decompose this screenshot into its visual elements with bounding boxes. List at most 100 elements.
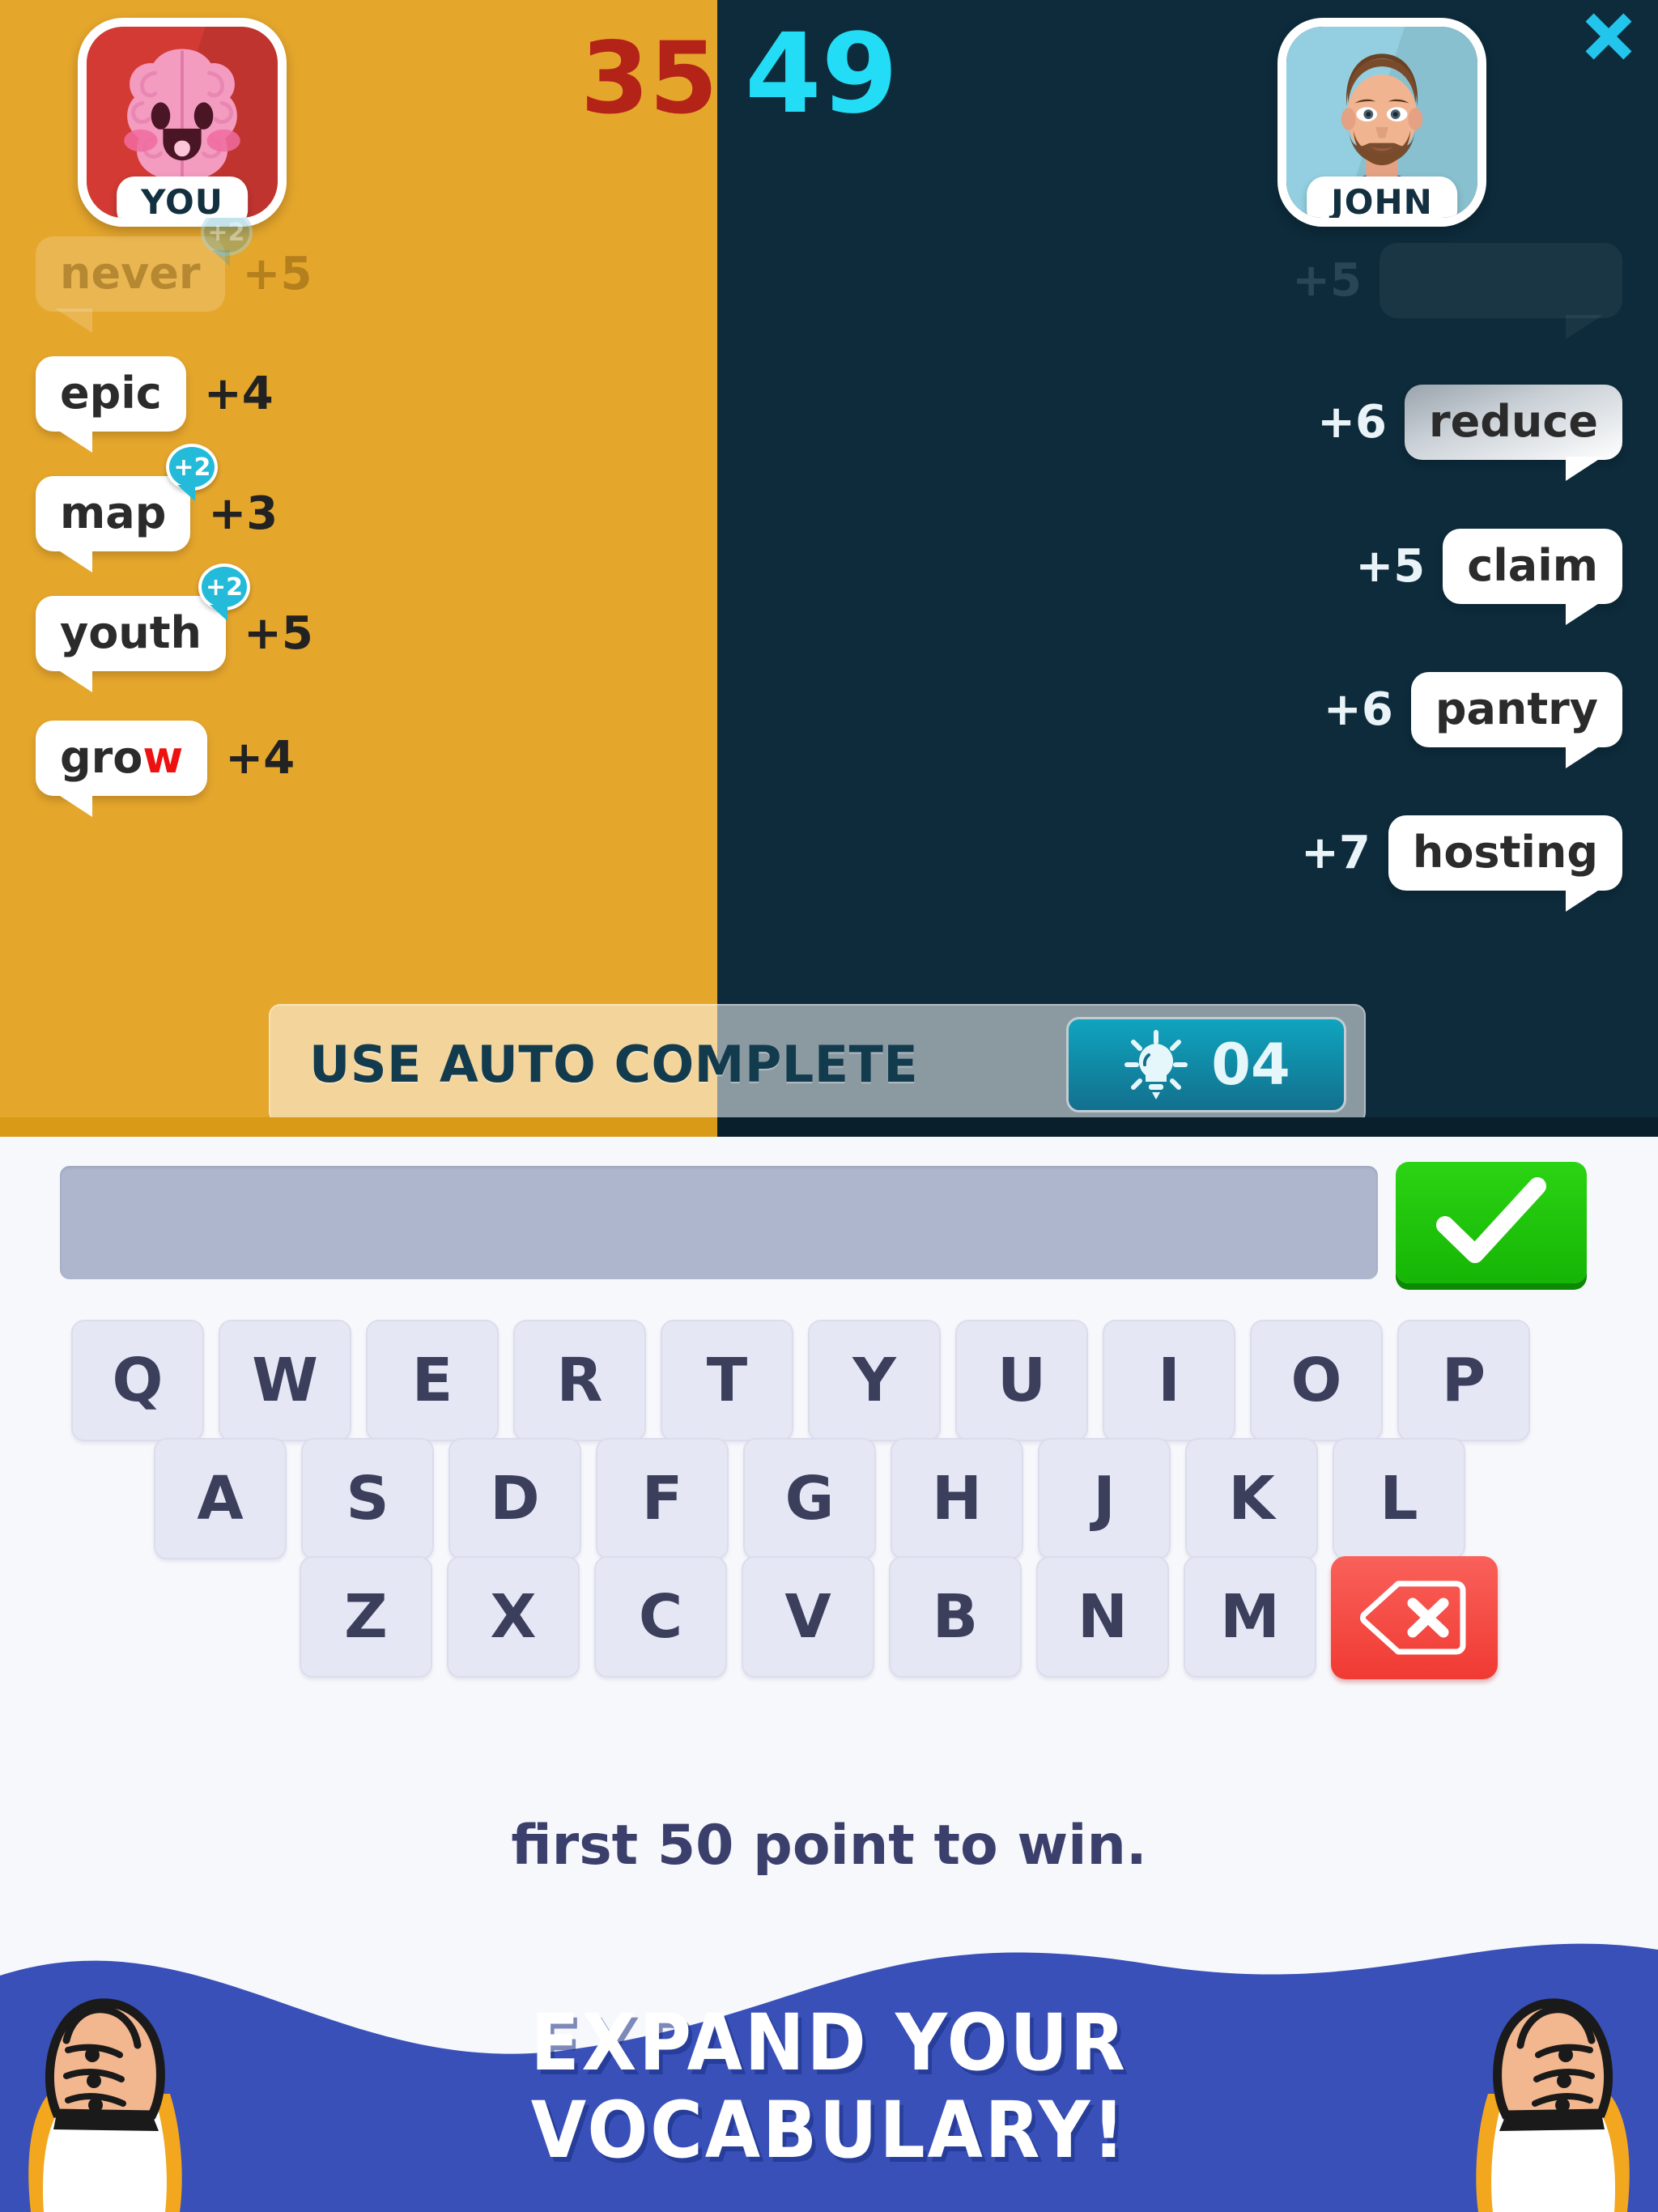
word-highlight-letter: w <box>142 732 184 783</box>
player-word-row: epic +4 <box>36 356 274 453</box>
key-label: E <box>411 1346 453 1415</box>
key-i[interactable]: I <box>1103 1320 1235 1441</box>
backspace-key[interactable] <box>1331 1556 1498 1679</box>
opponent-avatar-card: JOHN <box>1278 18 1486 227</box>
key-t[interactable]: T <box>661 1320 793 1441</box>
opponent-avatar: JOHN <box>1278 18 1486 227</box>
word-bubble: youth +2 <box>36 564 250 692</box>
word-text: reduce <box>1429 396 1598 447</box>
game-board: 35 49 YOU JOHN never +2 +5 epic +4 map +… <box>0 0 1658 1137</box>
bonus-value: +2 <box>205 572 243 602</box>
backspace-x-icon <box>1360 1580 1466 1655</box>
ad-banner[interactable]: EXPAND YOUR VOCABULARY! <box>0 1943 1658 2212</box>
bonus-badge: +2 <box>198 564 250 621</box>
key-z[interactable]: Z <box>300 1556 432 1678</box>
word-bubble: never +2 <box>36 209 253 333</box>
hint-count-badge[interactable]: 04 <box>1066 1017 1346 1112</box>
opponent-nameplate: JOHN <box>1307 177 1457 218</box>
key-w[interactable]: W <box>219 1320 351 1441</box>
opponent-word-row: +6 reduce <box>1317 385 1622 481</box>
opponent-word-row: +5 claim <box>1355 529 1622 625</box>
key-label: C <box>638 1582 683 1652</box>
key-p[interactable]: P <box>1397 1320 1530 1441</box>
word-text: never <box>60 248 201 299</box>
player-avatar-card: YOU <box>78 18 287 227</box>
word-text: hosting <box>1412 827 1598 878</box>
key-o[interactable]: O <box>1250 1320 1383 1441</box>
close-x-icon[interactable] <box>1577 5 1640 68</box>
banner-line-1: EXPAND YOUR <box>530 1997 1128 2088</box>
key-label: D <box>490 1464 540 1534</box>
key-d[interactable]: D <box>449 1438 581 1559</box>
key-label: R <box>556 1346 603 1415</box>
key-label: A <box>197 1464 244 1534</box>
key-m[interactable]: M <box>1184 1556 1316 1678</box>
key-label: W <box>252 1346 318 1415</box>
key-label: B <box>932 1582 979 1652</box>
player-avatar: YOU <box>78 18 287 227</box>
submit-button[interactable] <box>1396 1162 1587 1283</box>
keyboard-row-3: Z X C V B N M <box>300 1556 1498 1679</box>
key-g[interactable]: G <box>743 1438 876 1559</box>
answer-row <box>60 1162 1598 1283</box>
banner-text: EXPAND YOUR VOCABULARY! <box>0 1997 1658 2176</box>
key-k[interactable]: K <box>1185 1438 1318 1559</box>
keyboard-row-2: A S D F G H J K L <box>154 1438 1465 1559</box>
word-text: map <box>60 487 167 538</box>
keyboard-row-1: Q W E R T Y U I O P <box>71 1320 1530 1441</box>
key-label: H <box>932 1464 982 1534</box>
use-auto-complete-button[interactable]: USE AUTO COMPLETE 04 <box>269 1004 1366 1124</box>
key-v[interactable]: V <box>742 1556 874 1678</box>
player-word-row: map +2 +3 <box>36 444 278 572</box>
player-word-row: youth +2 +5 <box>36 564 313 692</box>
key-label: P <box>1441 1346 1486 1415</box>
answer-input[interactable] <box>60 1166 1378 1279</box>
word-text: claim <box>1467 540 1598 591</box>
word-bubble: grow <box>36 721 208 817</box>
word-points: +5 <box>244 607 313 660</box>
word-points: +7 <box>1301 827 1371 879</box>
key-label: Q <box>112 1346 164 1415</box>
word-points: +5 <box>1355 540 1426 593</box>
key-r[interactable]: R <box>513 1320 646 1441</box>
key-f[interactable]: F <box>596 1438 729 1559</box>
key-label: L <box>1380 1464 1418 1534</box>
word-bubble: reduce <box>1405 385 1622 481</box>
banner-line-2: VOCABULARY! <box>530 2084 1128 2176</box>
word-points: +5 <box>242 248 312 300</box>
key-y[interactable]: Y <box>808 1320 941 1441</box>
word-text: gro <box>60 732 143 783</box>
word-bubble: epic <box>36 356 186 453</box>
bonus-badge: +2 <box>166 444 219 501</box>
word-bubble: claim <box>1443 529 1622 625</box>
key-u[interactable]: U <box>955 1320 1088 1441</box>
key-label: J <box>1093 1464 1116 1534</box>
key-label: S <box>346 1464 389 1534</box>
key-s[interactable]: S <box>301 1438 434 1559</box>
word-text: youth <box>60 607 202 658</box>
word-points: +3 <box>208 487 278 540</box>
auto-complete-label: USE AUTO COMPLETE <box>309 1034 919 1094</box>
key-h[interactable]: H <box>891 1438 1023 1559</box>
key-label: F <box>641 1464 683 1534</box>
key-label: U <box>997 1346 1047 1415</box>
lightbulb-icon <box>1124 1030 1188 1100</box>
key-l[interactable]: L <box>1333 1438 1465 1559</box>
key-label: M <box>1220 1582 1280 1652</box>
key-a[interactable]: A <box>154 1438 287 1559</box>
key-x[interactable]: X <box>447 1556 580 1678</box>
opponent-word-row: +6 pantry <box>1324 672 1622 768</box>
key-b[interactable]: B <box>889 1556 1022 1678</box>
opponent-word-row: +7 hosting <box>1301 815 1622 912</box>
board-edge-right <box>717 1117 1658 1137</box>
hint-count-value: 04 <box>1211 1032 1290 1098</box>
checkmark-icon <box>1436 1177 1546 1263</box>
key-e[interactable]: E <box>366 1320 499 1441</box>
board-bottom-edge <box>0 1117 1658 1137</box>
key-n[interactable]: N <box>1036 1556 1169 1678</box>
key-label: Z <box>344 1582 388 1652</box>
word-points: +4 <box>203 368 274 420</box>
key-q[interactable]: Q <box>71 1320 204 1441</box>
key-j[interactable]: J <box>1038 1438 1171 1559</box>
key-c[interactable]: C <box>594 1556 727 1678</box>
